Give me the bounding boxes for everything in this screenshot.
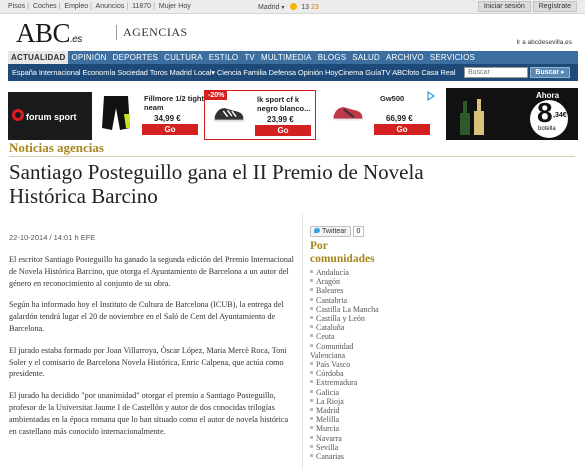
subnav-items[interactable]: España Internacional Economía Sociedad T… bbox=[12, 68, 456, 77]
link-pisos[interactable]: Pisos bbox=[8, 3, 25, 10]
nav-item-archivo[interactable]: ARCHIVO bbox=[383, 51, 427, 64]
sidebar-item-cataluna[interactable]: Cataluña bbox=[310, 323, 380, 332]
sidebar-item-melilla[interactable]: Melilla bbox=[310, 415, 380, 424]
sidebar-divider bbox=[302, 214, 303, 469]
utility-links: Pisos | Coches | Empleo | Anuncios | 11870 | … bbox=[8, 3, 191, 10]
weather-city: Madrid bbox=[258, 4, 280, 11]
sidebar-item-pais-vasco[interactable]: País Vasco bbox=[310, 360, 380, 369]
article-paragraph: El jurado ha decidido "por unanimidad" o… bbox=[9, 391, 289, 436]
nav-item-estilo[interactable]: ESTILO bbox=[206, 51, 242, 64]
weather-widget[interactable]: Madrid ▾ 13 23 bbox=[258, 3, 319, 11]
beer-price-small: ,34€ bbox=[553, 112, 567, 119]
nav-item-blogs[interactable]: BLOGS bbox=[315, 51, 350, 64]
article-body: El escritor Santiago Posteguillo ha gana… bbox=[9, 254, 295, 447]
account-links: Iniciar sesión Regístrate bbox=[477, 1, 577, 12]
sub-nav: España Internacional Economía Sociedad T… bbox=[8, 64, 578, 81]
nav-item-servicios[interactable]: SERVICIOS bbox=[427, 51, 478, 64]
sidebar-item-murcia[interactable]: Murcia bbox=[310, 424, 380, 433]
twitter-share[interactable]: Twittear 0 bbox=[310, 220, 365, 238]
sidebar-item-aragon[interactable]: Aragón bbox=[310, 277, 380, 286]
go-button[interactable]: Go bbox=[255, 125, 311, 136]
link-anuncios[interactable]: Anuncios bbox=[96, 3, 125, 10]
sneaker-image-icon bbox=[333, 107, 363, 121]
sidebar-item-madrid[interactable]: Madrid bbox=[310, 406, 380, 415]
beer-ad[interactable]: Ahora 8 ,34€ botella bbox=[446, 88, 578, 140]
article-headline: Santiago Posteguillo gana el II Premio d… bbox=[9, 160, 424, 208]
adchoices-icon[interactable] bbox=[426, 91, 436, 101]
section-name[interactable]: AGENCIAS bbox=[116, 25, 188, 40]
link-mujer-hoy[interactable]: Mujer Hoy bbox=[159, 3, 191, 10]
search-input[interactable] bbox=[464, 67, 528, 78]
top-utility-bar: Pisos | Coches | Empleo | Anuncios | 11870 | … bbox=[0, 0, 585, 14]
product-name: Fillmore 1/2 tight neam bbox=[144, 94, 205, 112]
forum-sport-mark-icon bbox=[12, 109, 24, 121]
ir-abcdesevilla-link[interactable]: Ir a abcdesevilla.es bbox=[516, 39, 572, 46]
divider bbox=[9, 156, 575, 157]
article-paragraph: El jurado estaba formado por Joan Villar… bbox=[9, 345, 287, 379]
tweet-count: 0 bbox=[352, 226, 365, 237]
product-price: 34,99 € bbox=[154, 114, 181, 123]
sneaker-image-icon bbox=[214, 108, 244, 122]
sidebar-item-castilla-la-mancha[interactable]: Castilla La Mancha bbox=[310, 305, 380, 314]
nav-item-actualidad[interactable]: ACTUALIDAD bbox=[8, 51, 69, 64]
masthead: ABC.es AGENCIAS bbox=[8, 15, 578, 51]
sidebar-item-galicia[interactable]: Galicia bbox=[310, 388, 380, 397]
sun-icon bbox=[290, 3, 298, 10]
sidebar-item-la-rioja[interactable]: La Rioja bbox=[310, 397, 380, 406]
temp-high: 23 bbox=[311, 4, 319, 11]
nav-item-salud[interactable]: SALUD bbox=[349, 51, 383, 64]
ad-product-1[interactable]: Fillmore 1/2 tight neam 34,99 € Go bbox=[92, 90, 204, 140]
article-dateline: 22-10-2014 / 14:01 h EFE bbox=[9, 233, 96, 242]
sidebar-item-comunidad-valenciana[interactable]: Comunidad Valenciana bbox=[310, 342, 380, 360]
product-price: 23,99 € bbox=[267, 115, 294, 124]
login-button[interactable]: Iniciar sesión bbox=[477, 1, 531, 12]
abc-logo[interactable]: ABC.es bbox=[16, 18, 82, 49]
twitter-bird-icon bbox=[314, 228, 320, 233]
sidebar-title: Por comunidades bbox=[310, 240, 375, 265]
link-empleo[interactable]: Empleo bbox=[64, 3, 88, 10]
beer-unit: botella bbox=[538, 126, 556, 132]
main-nav: Ir a abcdesevilla.es ACTUALIDAD OPINIÓN … bbox=[8, 39, 578, 64]
beer-bottle-icon bbox=[460, 99, 484, 135]
temp-low: 13 bbox=[301, 4, 310, 11]
sidebar-item-castilla-y-leon[interactable]: Castilla y León bbox=[310, 314, 380, 323]
section-kicker[interactable]: Noticias agencias bbox=[9, 140, 104, 156]
ad-product-3[interactable]: Gw500 66,99 € Go bbox=[324, 90, 434, 140]
sidebar-item-extremadura[interactable]: Extremadura bbox=[310, 378, 380, 387]
link-11870[interactable]: 11870 bbox=[132, 3, 151, 10]
forum-sport-logo[interactable]: forum sport bbox=[8, 92, 98, 140]
sidebar-item-ceuta[interactable]: Ceuta bbox=[310, 332, 380, 341]
nav-item-opinion[interactable]: OPINIÓN bbox=[68, 51, 109, 64]
register-button[interactable]: Regístrate bbox=[532, 1, 577, 12]
go-button[interactable]: Go bbox=[374, 124, 430, 135]
search-button[interactable]: Buscar ▸ bbox=[530, 67, 570, 78]
discount-badge: -20% bbox=[205, 91, 228, 100]
article-paragraph: El escritor Santiago Posteguillo ha gana… bbox=[9, 255, 294, 288]
ad-banner[interactable]: forum sport Fillmore 1/2 tight neam 34,9… bbox=[8, 88, 578, 144]
sidebar-item-cantabria[interactable]: Cantabria bbox=[310, 296, 380, 305]
product-price: 66,99 € bbox=[386, 114, 413, 123]
nav-item-multimedia[interactable]: MULTIMEDIA bbox=[258, 51, 315, 64]
ad-product-2[interactable]: -20% lk sport cf k negro blanco... 23,99… bbox=[204, 90, 316, 140]
sidebar-item-baleares[interactable]: Baleares bbox=[310, 286, 380, 295]
sidebar-item-cordoba[interactable]: Córdoba bbox=[310, 369, 380, 378]
article-paragraph: Según ha informado hoy el Instituto de C… bbox=[9, 300, 284, 333]
nav-item-deportes[interactable]: DEPORTES bbox=[110, 51, 161, 64]
comunidades-list: Andalucía Aragón Baleares Cantabria Cast… bbox=[310, 268, 380, 461]
sidebar-item-navarra[interactable]: Navarra bbox=[310, 434, 380, 443]
product-name: lk sport cf k negro blanco... bbox=[257, 95, 311, 113]
shorts-image-icon bbox=[102, 96, 130, 130]
nav-item-cultura[interactable]: CULTURA bbox=[161, 51, 206, 64]
sidebar-item-sevilla[interactable]: Sevilla bbox=[310, 443, 380, 452]
beer-price-big: 8 bbox=[537, 97, 553, 128]
link-coches[interactable]: Coches bbox=[33, 3, 57, 10]
nav-item-tv[interactable]: TV bbox=[241, 51, 258, 64]
sidebar-item-andalucia[interactable]: Andalucía bbox=[310, 268, 380, 277]
tweet-button[interactable]: Twittear bbox=[310, 226, 351, 237]
sidebar-item-canarias[interactable]: Canarias bbox=[310, 452, 380, 461]
go-button[interactable]: Go bbox=[142, 124, 198, 135]
